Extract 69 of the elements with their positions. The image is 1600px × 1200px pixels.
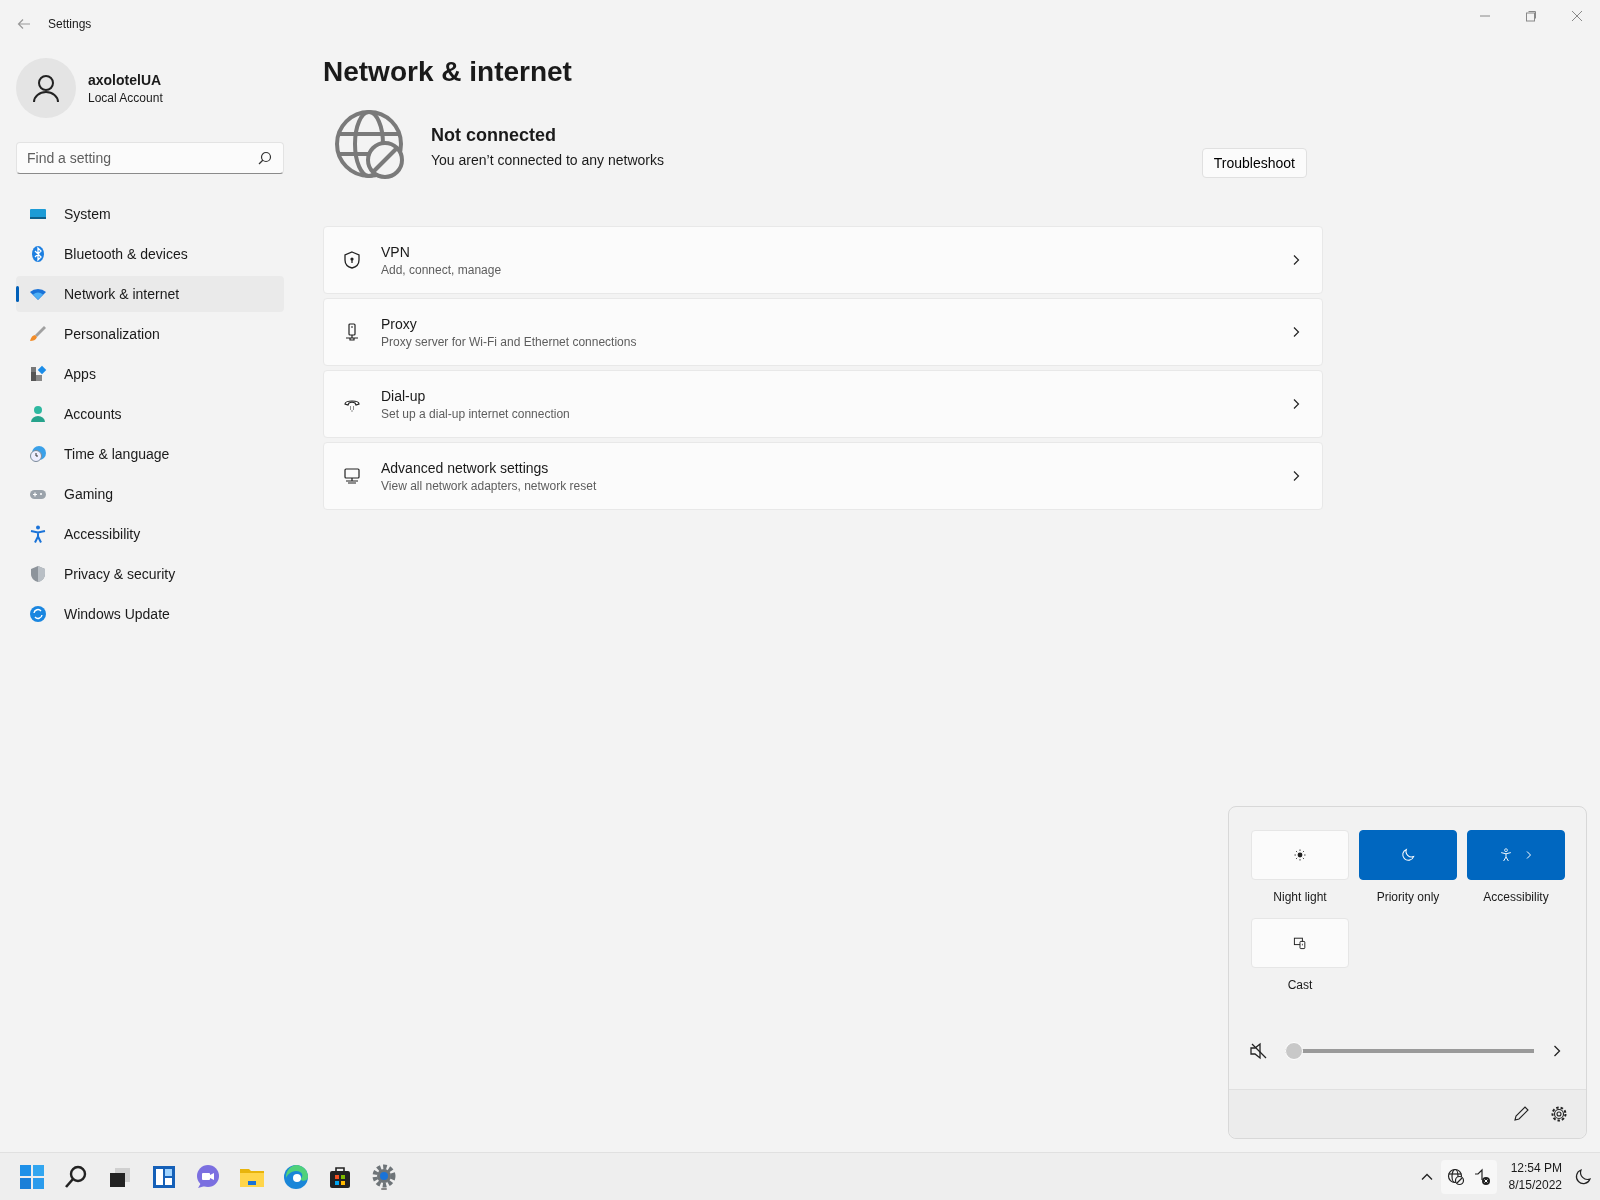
nav-item[interactable]: Accounts bbox=[16, 396, 284, 432]
tile-label: Night light bbox=[1273, 890, 1327, 904]
tile-icon bbox=[1498, 847, 1514, 863]
tile-icon bbox=[1292, 847, 1308, 863]
chat-icon[interactable] bbox=[195, 1163, 221, 1190]
widgets-icon[interactable] bbox=[151, 1163, 177, 1190]
chevron-icon bbox=[1524, 850, 1534, 860]
nav-icon bbox=[28, 564, 48, 584]
close-icon bbox=[1571, 10, 1583, 22]
nav-icon bbox=[28, 364, 48, 384]
tile-icon bbox=[1400, 847, 1416, 863]
quick-toggle[interactable] bbox=[1359, 830, 1457, 880]
search-field[interactable]: Find a setting bbox=[16, 142, 284, 174]
settings-card[interactable]: Dial-up Set up a dial-up internet connection bbox=[323, 370, 1323, 438]
status-detail: You aren’t connected to any networks bbox=[431, 151, 664, 168]
tile-label: Accessibility bbox=[1483, 890, 1549, 904]
card-icon bbox=[342, 250, 362, 270]
window-title: Settings bbox=[48, 17, 92, 31]
card-subtitle: Proxy server for Wi-Fi and Ethernet connections bbox=[381, 334, 637, 349]
nav-icon bbox=[28, 444, 48, 464]
clock-time: 12:54 PM bbox=[1509, 1159, 1562, 1177]
card-title: Advanced network settings bbox=[381, 459, 550, 476]
globe-blocked-icon bbox=[1446, 1167, 1465, 1186]
tile-label: Priority only bbox=[1376, 890, 1440, 904]
card-title: Dial-up bbox=[381, 387, 427, 404]
settings-card[interactable]: VPN Add, connect, manage bbox=[323, 226, 1323, 294]
nav-icon bbox=[28, 604, 48, 624]
windows-logo-icon[interactable] bbox=[19, 1163, 45, 1190]
nav-item[interactable]: Privacy & security bbox=[16, 556, 284, 592]
page-title: Network & internet bbox=[323, 56, 573, 88]
settings-card[interactable]: Proxy Proxy server for Wi-Fi and Ethernet connections bbox=[323, 298, 1323, 366]
nav-item[interactable]: Personalization bbox=[16, 316, 284, 352]
nav-icon bbox=[28, 524, 48, 544]
search-icon[interactable] bbox=[63, 1163, 89, 1190]
card-subtitle: Add, connect, manage bbox=[381, 262, 502, 277]
tile-icon bbox=[1292, 935, 1308, 951]
card-subtitle: Set up a dial-up internet connection bbox=[381, 406, 570, 421]
nav-item[interactable]: System bbox=[16, 196, 284, 232]
user-name: axolotelUA bbox=[88, 71, 163, 88]
quick-toggle[interactable] bbox=[1467, 830, 1565, 880]
back-icon[interactable] bbox=[16, 16, 32, 32]
card-subtitle: View all network adapters, network reset bbox=[381, 478, 597, 493]
pencil-icon[interactable] bbox=[1512, 1105, 1530, 1123]
tile-label: Cast bbox=[1287, 978, 1313, 992]
nav-icon bbox=[28, 324, 48, 344]
card-icon bbox=[342, 466, 362, 486]
tray-status[interactable] bbox=[1440, 1159, 1497, 1194]
nav-item[interactable]: Bluetooth & devices bbox=[16, 236, 284, 272]
nav-icon bbox=[28, 404, 48, 424]
nav-item[interactable]: Windows Update bbox=[16, 596, 284, 632]
nav-item[interactable]: Time & language bbox=[16, 436, 284, 472]
nav-item[interactable]: Apps bbox=[16, 356, 284, 392]
settings-icon[interactable] bbox=[1550, 1105, 1568, 1123]
card-title: VPN bbox=[381, 243, 411, 260]
moon-icon[interactable] bbox=[1574, 1167, 1592, 1186]
restore-icon bbox=[1525, 10, 1537, 22]
clock-date: 8/15/2022 bbox=[1508, 1176, 1562, 1194]
account-type: Local Account bbox=[88, 90, 163, 105]
slider-thumb[interactable] bbox=[1285, 1042, 1303, 1060]
status-title: Not connected bbox=[431, 124, 557, 146]
gear-icon[interactable] bbox=[371, 1163, 397, 1190]
search-icon bbox=[258, 151, 272, 165]
nav-item[interactable]: Network & internet bbox=[16, 276, 284, 312]
troubleshoot-button[interactable]: Troubleshoot bbox=[1201, 148, 1307, 178]
settings-card[interactable]: Advanced network settings View all network adapters, network reset bbox=[323, 442, 1323, 510]
card-title: Proxy bbox=[381, 315, 418, 332]
nav-item[interactable]: Gaming bbox=[16, 476, 284, 512]
nav-item[interactable]: Accessibility bbox=[16, 516, 284, 552]
browser-icon[interactable] bbox=[283, 1163, 309, 1190]
